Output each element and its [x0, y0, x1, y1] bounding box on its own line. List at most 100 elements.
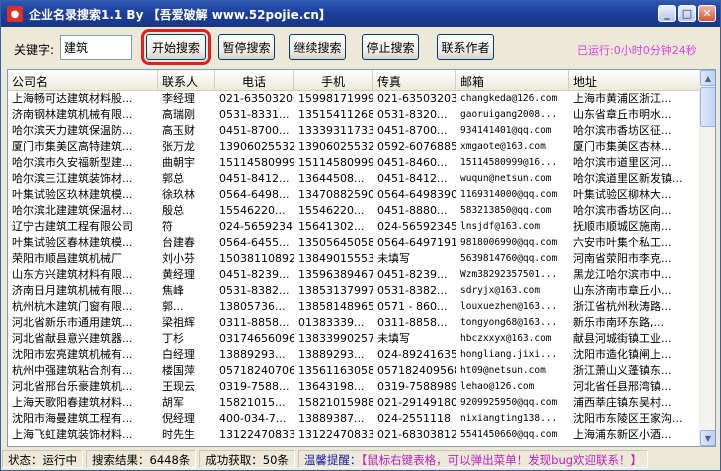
table-row[interactable]: 沈阳市宏亮建筑机械有... 白经理 13889293... 13889293... 02… — [8, 347, 700, 363]
minimize-icon[interactable]: _ — [658, 5, 676, 22]
table-row[interactable]: 哈尔滨三江建筑装饰材... 郭总 0451-8412... 13644508... 04… — [8, 171, 700, 187]
cell-fax: 0531-8382... — [377, 284, 448, 297]
table-row[interactable]: 杭州杭木建筑门窗有限... 郭... 13805736... 13858148965 0… — [8, 299, 700, 315]
cell-fax: 024-56592345 — [377, 220, 456, 233]
cell-address: 浦西莘庄镇东吴村... — [573, 396, 672, 409]
cell-mobile: 13515411268 — [298, 108, 373, 121]
cell-mobile: 13906025532 — [298, 140, 373, 153]
cell-phone: 15114580999 — [219, 156, 294, 169]
cell-fax: 021-29149180 — [377, 396, 456, 409]
cell-contact: 白经理 — [162, 348, 195, 361]
table-body: 上海畅可达建筑材料股... 李经理 021-63503206 15998171999 0… — [8, 91, 700, 443]
cell-phone: 0451-8412... — [219, 172, 290, 185]
stop-search-button[interactable]: 停止搜索 — [362, 34, 419, 60]
cell-company: 河北省新乐市通用建筑... — [12, 316, 133, 329]
cell-email: hbczxxyx@163.com — [460, 333, 552, 344]
table-row[interactable]: 辽宁古建筑工程有限公司 符 024-56592345 15641302... 024-5… — [8, 219, 700, 235]
cell-address: 厦门市集美区杏林... — [573, 140, 672, 153]
title-bar[interactable]: ● 企业名录搜索1.1 By 【吾爱破解 www.52pojie.cn】 _ □… — [1, 1, 720, 27]
results-table[interactable]: 公司名 联系人 电话 手机 传真 邮箱 地址 上海畅可达建筑材料股... 李经理 0… — [7, 69, 716, 447]
table-row[interactable]: 河北省邢台乐豪建筑机... 王现云 0319-7588... 13643198... 0… — [8, 379, 700, 395]
table-row[interactable]: 上海畅可达建筑材料股... 李经理 021-63503206 15998171999 0… — [8, 91, 700, 107]
cell-mobile: 13889387... — [298, 412, 365, 425]
cell-mobile: 13470882590 — [298, 188, 373, 201]
table-row[interactable]: 荣阳市顺昌建筑机械厂 刘小芬 15038110892 13849015553 未填写 56… — [8, 251, 700, 267]
cell-mobile: 15821015988 — [298, 396, 373, 409]
cell-company: 上海天歌阳春建筑材料... — [12, 396, 133, 409]
table-row[interactable]: 上海天歌阳春建筑材料... 胡军 15821015... 15821015988 021… — [8, 395, 700, 411]
table-row[interactable]: 哈尔滨市久安福新型建... 曲朝宇 15114580999 15114580999 04… — [8, 155, 700, 171]
column-header-contact[interactable]: 联系人 — [158, 70, 215, 91]
cell-address: 河北省任县邢湾镇... — [573, 380, 672, 393]
cell-fax: 0451-8239... — [377, 268, 448, 281]
cell-contact: 郭总 — [162, 172, 184, 185]
status-tip: 温馨提醒：【鼠标右键表格，可以弹出菜单！发现bug欢迎联系！】 — [297, 450, 649, 468]
table-row[interactable]: 叶集试验区春林建筑模... 台建春 0564-6455... 13505645058 0… — [8, 235, 700, 251]
cell-fax: 0571 - 860... — [377, 300, 448, 313]
cell-fax: 057182409568 — [377, 364, 456, 377]
cell-fax: 未填写 — [377, 252, 410, 265]
cell-address: 山东省章丘市明水... — [573, 108, 672, 121]
pause-search-button[interactable]: 暂停搜索 — [218, 34, 275, 60]
close-icon[interactable]: ✕ — [698, 5, 716, 22]
table-row[interactable]: 济南日月建筑机械有限... 焦峰 0531-8382... 13853137997 05… — [8, 283, 700, 299]
cell-company: 荣阳市顺昌建筑机械厂 — [12, 252, 122, 265]
start-search-button[interactable]: 开始搜索 — [141, 29, 211, 65]
table-row[interactable]: 上海飞虹建筑装饰材料... 时先生 13122470833 13122470833 02… — [8, 427, 700, 443]
tip-text: 【鼠标右键表格，可以弹出菜单！发现bug欢迎联系！】 — [361, 453, 643, 467]
cell-phone: 0531-8331... — [219, 108, 290, 121]
cell-email: 1169314000@qq.com — [460, 189, 558, 200]
keyword-input[interactable] — [60, 35, 132, 60]
cell-company: 沈阳市海曼建筑工程有... — [12, 412, 133, 425]
cell-mobile: 15546220... — [298, 204, 365, 217]
table-row[interactable]: 济南钢林建筑机械有限... 高瑞刚 0531-8331... 13515411268 0… — [8, 107, 700, 123]
cell-phone: 13805736... — [219, 300, 286, 313]
cell-fax: 024-2551118 — [377, 412, 451, 425]
table-row[interactable]: 杭州中强建筑粘合剂有... 楼国萍 057182407068 13561163058 0… — [8, 363, 700, 379]
column-header-fax[interactable]: 传真 — [373, 70, 456, 91]
vertical-scrollbar[interactable]: ▲ ▼ — [699, 70, 715, 446]
column-header-address[interactable]: 地址 — [569, 70, 700, 91]
table-row[interactable]: 叶集试验区玖林建筑模... 徐玖林 0564-6498... 13470882590 0… — [8, 187, 700, 203]
cell-company: 厦门市集美区高特建筑... — [12, 140, 133, 153]
table-row[interactable]: 河北省新乐市通用建筑... 梁祖辉 0311-8858... 01383339... 0… — [8, 315, 700, 331]
contact-author-button[interactable]: 联系作者 — [437, 34, 494, 60]
continue-search-button[interactable]: 继续搜索 — [289, 34, 346, 60]
cell-contact: 张万龙 — [162, 140, 195, 153]
cell-fax: 0531-8320... — [377, 108, 448, 121]
table-row[interactable]: 河北省献县意兴建筑器... 丁杉 03174656096 13833990257 未填写… — [8, 331, 700, 347]
table-row[interactable]: 山东方兴建筑材料有限... 黄经理 0451-8239... 13596389467 0… — [8, 267, 700, 283]
cell-phone: 0531-8382... — [219, 284, 290, 297]
cell-phone: 13906025532 — [219, 140, 294, 153]
column-header-phone[interactable]: 电话 — [215, 70, 294, 91]
cell-email: 5541450660@qq.com — [460, 429, 558, 440]
column-header-mobile[interactable]: 手机 — [294, 70, 373, 91]
cell-email: wuqun@netsun.com — [460, 173, 552, 184]
scroll-thumb[interactable] — [700, 87, 715, 127]
cell-email: 934141401@qq.com — [460, 125, 552, 136]
cell-mobile: 13596389467 — [298, 268, 373, 281]
cell-address: 山东济南市章丘小... — [573, 284, 672, 297]
cell-company: 哈尔滨市久安福新型建... — [12, 156, 133, 169]
cell-address: 哈尔滨市香坊区征... — [573, 124, 672, 137]
cell-email: lnsjdf@163.com — [460, 221, 541, 232]
cell-mobile: 13858148965 — [298, 300, 373, 313]
table-row[interactable]: 厦门市集美区高特建筑... 张万龙 13906025532 13906025532 05… — [8, 139, 700, 155]
table-row[interactable]: 沈阳市海曼建筑工程有... 倪经理 400-034-7... 13889387... 0… — [8, 411, 700, 427]
maximize-icon[interactable]: □ — [678, 5, 696, 22]
scroll-up-icon[interactable]: ▲ — [700, 70, 715, 86]
toolbar: 关键字: 开始搜索 暂停搜索 继续搜索 停止搜索 联系作者 已运行:0小时0分钟… — [2, 27, 719, 69]
cell-company: 杭州杭木建筑门窗有限... — [12, 300, 133, 313]
cell-company: 河北省献县意兴建筑器... — [12, 332, 133, 345]
column-header-company[interactable]: 公司名 — [8, 70, 158, 91]
table-row[interactable]: 哈尔滨天力建筑保温防... 高玉财 0451-8700... 13339311733 0… — [8, 123, 700, 139]
cell-contact: 李经理 — [162, 92, 195, 105]
table-row[interactable]: 哈尔滨北建建筑保温材... 殷总 15546220... 15546220... 045… — [8, 203, 700, 219]
cell-address: 六安市叶集个私工... — [573, 236, 672, 249]
cell-mobile: 13339311733 — [298, 124, 373, 137]
cell-fax: 0592-6076885 — [377, 140, 456, 153]
cell-phone: 15038110892 — [219, 252, 294, 265]
scroll-down-icon[interactable]: ▼ — [700, 430, 715, 446]
column-header-email[interactable]: 邮箱 — [456, 70, 569, 91]
cell-address: 新乐市南环东路,... — [573, 316, 664, 329]
